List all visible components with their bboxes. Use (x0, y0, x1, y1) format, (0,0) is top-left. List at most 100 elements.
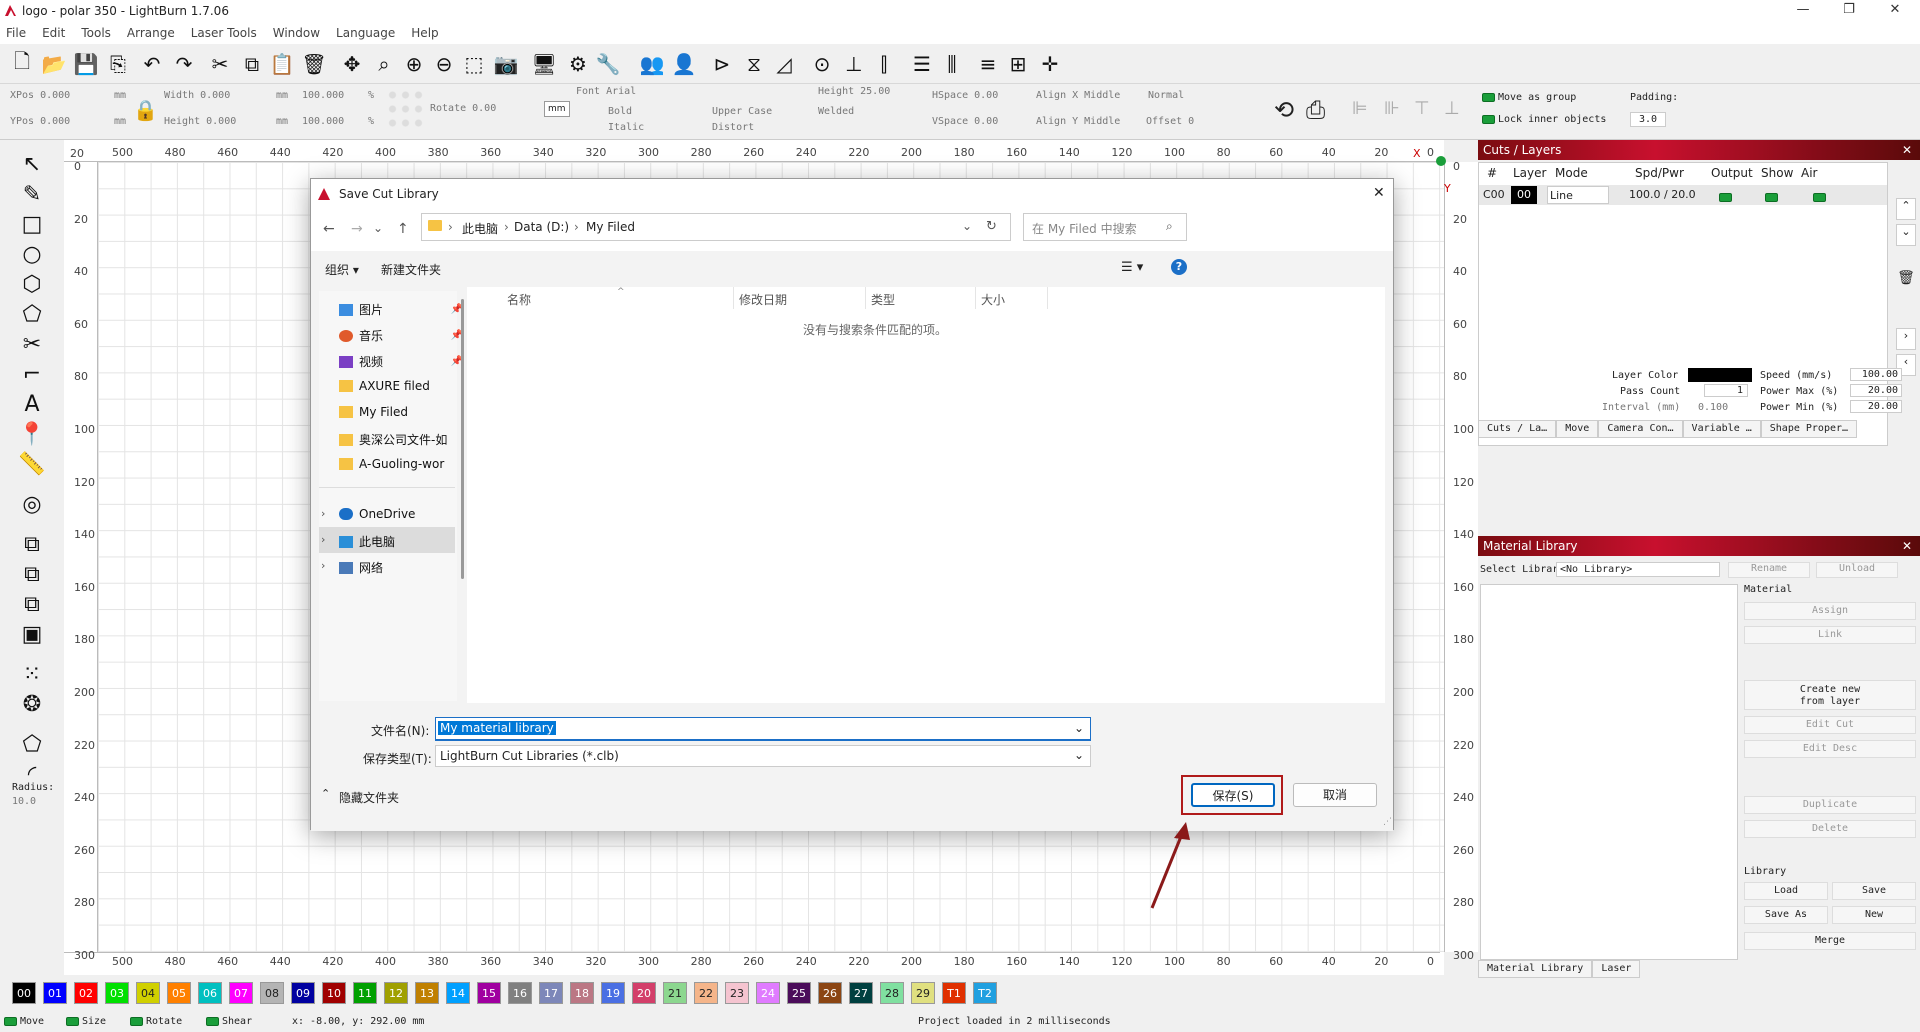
cancel-button[interactable]: 取消 (1293, 783, 1377, 807)
align-bottom-icon[interactable]: ⊥ (1444, 98, 1460, 119)
duplicate-button[interactable]: Duplicate (1744, 796, 1916, 814)
layer-swatch[interactable]: 06 (198, 982, 222, 1004)
rotate-field[interactable]: Rotate 0.00 (430, 103, 496, 114)
nav-network[interactable]: 网络 (339, 559, 463, 576)
upper-case-toggle[interactable]: Upper Case (712, 106, 772, 117)
normal-select[interactable]: Normal (1148, 90, 1184, 101)
mirror-icon[interactable]: ⧖ (742, 52, 766, 76)
chevron-up-icon[interactable]: ⌃ (321, 787, 330, 800)
save-library-button[interactable]: Save (1832, 882, 1916, 900)
cut-icon[interactable]: ✂ (208, 52, 232, 76)
tab-cuts-layers[interactable]: Cuts / La… (1478, 420, 1557, 438)
nav-scrollbar[interactable] (461, 299, 464, 579)
edit-cut-button[interactable]: Edit Cut (1744, 716, 1916, 734)
tab-move[interactable]: Move (1556, 420, 1599, 438)
tools-wrench-icon[interactable]: 🔧 (596, 52, 621, 76)
new-library-button[interactable]: New (1832, 906, 1916, 924)
hspace-field[interactable]: HSpace 0.00 (932, 90, 998, 101)
back-arrow-icon[interactable]: ← (323, 221, 335, 237)
layer-swatch[interactable]: 15 (477, 982, 501, 1004)
column-name-header[interactable]: 名称 (507, 291, 531, 308)
layer-swatch[interactable]: 18 (570, 982, 594, 1004)
distribute-h-icon[interactable]: ⫼ (940, 52, 964, 76)
layer-swatch[interactable]: 04 (136, 982, 160, 1004)
new-folder-button[interactable]: 新建文件夹 (381, 261, 441, 278)
distribute-v-icon[interactable]: ☰ (910, 52, 934, 76)
copy-icon[interactable]: ⧉ (240, 52, 264, 76)
show-toggle[interactable] (1765, 190, 1781, 203)
layer-swatch[interactable]: 13 (415, 982, 439, 1004)
layer-swatch[interactable]: 00 (12, 982, 36, 1004)
rename-button[interactable]: Rename (1728, 562, 1810, 578)
align-center-icon[interactable]: ⊪ (1384, 98, 1400, 119)
tab-camera-control[interactable]: Camera Con… (1598, 420, 1683, 438)
layer-swatch[interactable]: 12 (384, 982, 408, 1004)
hide-folders-toggle[interactable]: 隐藏文件夹 (339, 789, 399, 806)
speed-field[interactable]: 100.00 (1850, 368, 1902, 381)
font-height-field[interactable]: Height 25.00 (818, 86, 890, 97)
open-folder-icon[interactable]: 📂 (42, 52, 67, 76)
output-toggle[interactable] (1719, 190, 1735, 203)
delete-button[interactable]: Delete (1744, 820, 1916, 838)
dropdown-chevron-icon[interactable]: ⌄ (962, 219, 972, 233)
edit-desc-button[interactable]: Edit Desc (1744, 740, 1916, 758)
material-list[interactable] (1480, 584, 1738, 960)
width-pct-field[interactable]: 100.000 (302, 90, 344, 101)
align-x-select[interactable]: Align X Middle (1036, 90, 1120, 101)
expand-right-icon[interactable]: › (1896, 328, 1916, 350)
breadcrumb-item[interactable]: Data (D:) (514, 220, 569, 234)
file-list[interactable]: 名称 ^ 修改日期 类型 大小 没有与搜索条件匹配的项。 (467, 287, 1385, 703)
save-icon[interactable]: 💾 (74, 52, 99, 76)
layer-swatch[interactable]: 17 (539, 982, 563, 1004)
filename-input[interactable]: My material library ⌄ (435, 717, 1091, 741)
node-edit-icon[interactable]: ⬠ (18, 730, 46, 758)
layer-swatch[interactable]: 03 (105, 982, 129, 1004)
panel-close-icon[interactable]: ✕ (1902, 143, 1912, 157)
vspace-field[interactable]: VSpace 0.00 (932, 116, 998, 127)
create-from-layer-button[interactable]: Create new from layer (1744, 680, 1916, 710)
offset-field[interactable]: Offset 0 (1146, 116, 1194, 127)
menu-window[interactable]: Window (273, 26, 320, 40)
menu-edit[interactable]: Edit (42, 26, 65, 40)
redo-icon[interactable]: ↷ (172, 52, 196, 76)
dialog-close-icon[interactable]: ✕ (1373, 185, 1385, 201)
scissors-icon[interactable]: ✂ (18, 330, 46, 358)
monitor-icon[interactable]: 🖥 (531, 52, 556, 76)
nav-folder[interactable]: A-Guoling-wor (339, 457, 463, 471)
ungroup-icon[interactable]: 👤 (672, 52, 697, 76)
delete-icon[interactable]: 🗑 (301, 52, 326, 76)
power-min-field[interactable]: 20.00 (1850, 400, 1902, 413)
import-icon[interactable]: ⎘ (106, 52, 130, 76)
link-button[interactable]: Link (1744, 626, 1916, 644)
breadcrumb[interactable]: › 此电脑 › Data (D:) › My Filed ⌄ ↻ (421, 213, 1011, 241)
search-icon[interactable]: ⌕ (1166, 219, 1173, 234)
align-icon[interactable]: ⊥ (842, 52, 866, 76)
resize-grip-icon[interactable]: ⋰ (1383, 817, 1392, 827)
layer-swatch[interactable]: 07 (229, 982, 253, 1004)
menu-file[interactable]: File (6, 26, 26, 40)
layer-swatch[interactable]: 28 (880, 982, 904, 1004)
organize-button[interactable]: 组织 ▾ (325, 261, 359, 278)
chevron-down-icon[interactable]: ⌄ (1074, 721, 1084, 735)
height-field[interactable]: Height 0.000 (164, 116, 236, 127)
align-y-select[interactable]: Align Y Middle (1036, 116, 1120, 127)
unload-button[interactable]: Unload (1816, 562, 1898, 578)
status-rotate-check[interactable]: Rotate (130, 1016, 182, 1027)
layer-swatch[interactable]: T2 (973, 982, 997, 1004)
distort-toggle[interactable]: Distort (712, 122, 754, 133)
nav-videos[interactable]: 视频 📌 (339, 353, 463, 370)
trash-icon[interactable]: 🗑 (1896, 270, 1916, 292)
select-pointer-icon[interactable]: ↖ (18, 150, 46, 178)
menu-arrange[interactable]: Arrange (127, 26, 175, 40)
circular-array-icon[interactable]: ❂ (18, 690, 46, 718)
dock-icon[interactable]: ✛ (1038, 52, 1062, 76)
laser-icon[interactable]: ⎙ (1306, 96, 1325, 124)
pass-count-field[interactable]: 1 (1704, 384, 1748, 397)
layer-swatch[interactable]: 16 (508, 982, 532, 1004)
camera-icon[interactable]: 📷 (494, 52, 519, 76)
layer-swatch[interactable]: 02 (74, 982, 98, 1004)
view-options-icon[interactable]: ☰ ▾ (1121, 260, 1143, 275)
spread-icon[interactable]: ⊞ (1006, 52, 1030, 76)
panel-close-icon[interactable]: ✕ (1902, 539, 1912, 553)
padding-field[interactable]: 3.0 (1630, 112, 1667, 127)
